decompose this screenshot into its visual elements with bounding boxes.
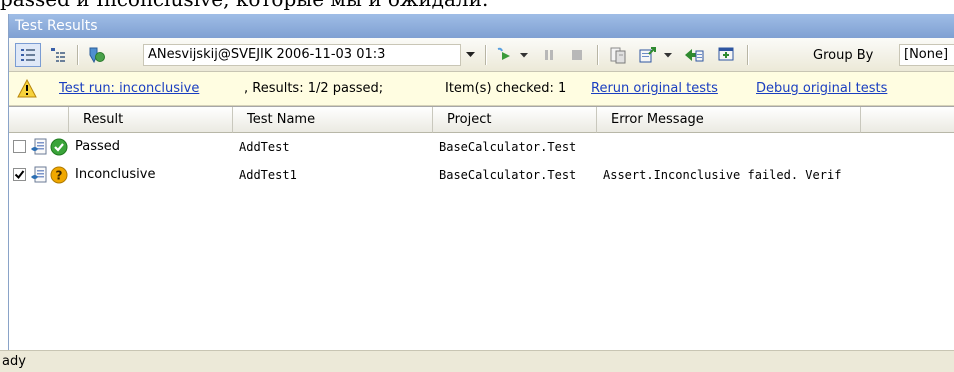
import-icon[interactable] (605, 43, 631, 67)
project-cell: BaseCalculator.Test (439, 140, 577, 154)
result-cell: Passed (75, 139, 121, 154)
test-name-cell: AddTest1 (239, 168, 297, 182)
warning-icon (17, 78, 37, 102)
column-header-project[interactable]: Project (433, 107, 597, 133)
svg-text:?: ? (56, 169, 63, 183)
test-results-window: Test Results ANesvijskij@SVEJIK 2006-11-… (8, 14, 954, 350)
column-header-select[interactable] (9, 107, 69, 133)
select-columns-icon[interactable] (713, 43, 739, 67)
document-text: passed и Inconclusive, которые мы и ожид… (0, 0, 488, 11)
test-run-info-bar: Test run: inconclusive , Results: 1/2 pa… (9, 72, 954, 106)
view-list-icon[interactable] (15, 43, 41, 67)
result-cell: Inconclusive (75, 167, 156, 182)
grid-header: Result Test Name Project Error Message (9, 107, 954, 133)
toolbar-separator (77, 45, 78, 65)
test-file-icon (30, 137, 48, 161)
rerun-original-tests-link[interactable]: Rerun original tests (591, 81, 718, 96)
status-bar: ady (0, 350, 954, 372)
stop-icon[interactable] (565, 43, 589, 67)
group-by-label: Group By (813, 48, 874, 63)
window-title: Test Results (15, 18, 98, 34)
toolbar-separator (485, 45, 486, 65)
status-text: ady (2, 354, 26, 369)
column-header-result[interactable]: Result (69, 107, 233, 133)
debug-original-tests-link[interactable]: Debug original tests (756, 81, 887, 96)
inconclusive-icon: ? (50, 166, 68, 188)
export-icon[interactable] (635, 43, 661, 67)
results-summary: , Results: 1/2 passed; (244, 81, 384, 96)
error-message-cell (597, 133, 861, 161)
export-dropdown-icon[interactable] (661, 43, 675, 67)
toolbar: ANesvijskij@SVEJIK 2006-11-03 01:3 Group… (9, 38, 954, 72)
test-run-status-link[interactable]: Test run: inconclusive (59, 81, 199, 96)
window-title-bar: Test Results (9, 14, 954, 38)
test-results-grid: Result Test Name Project Error Message P… (9, 106, 954, 350)
pass-icon (50, 138, 68, 160)
publish-icon[interactable] (681, 43, 707, 67)
run-tests-dropdown-icon[interactable] (517, 43, 531, 67)
project-cell: BaseCalculator.Test (439, 168, 577, 182)
chevron-down-icon[interactable] (461, 44, 479, 66)
run-tests-icon[interactable] (491, 43, 517, 67)
toolbar-separator (597, 45, 598, 65)
test-name-cell: AddTest (239, 140, 290, 154)
test-file-icon (30, 165, 48, 189)
test-run-selector[interactable]: ANesvijskij@SVEJIK 2006-11-03 01:3 (143, 44, 461, 66)
items-checked-text: Item(s) checked: 1 (445, 81, 567, 96)
pause-icon[interactable] (537, 43, 561, 67)
table-row[interactable]: Passed AddTest BaseCalculator.Test (9, 133, 954, 161)
test-run-icon (83, 43, 109, 67)
row-checkbox[interactable] (13, 140, 26, 153)
document-text-fragment: passed и Inconclusive, которые мы и ожид… (0, 0, 954, 14)
group-by-select[interactable]: [None] (899, 44, 954, 66)
view-details-icon[interactable] (45, 43, 71, 67)
column-header-error-message[interactable]: Error Message (597, 107, 861, 133)
toolbar-separator (747, 45, 748, 65)
error-message-cell: Assert.Inconclusive failed. Verif (603, 168, 842, 182)
row-checkbox[interactable] (13, 168, 26, 181)
table-row[interactable]: ? Inconclusive AddTest1 BaseCalculator.T… (9, 161, 954, 189)
column-header-test-name[interactable]: Test Name (233, 107, 433, 133)
column-header-filler (861, 107, 954, 133)
